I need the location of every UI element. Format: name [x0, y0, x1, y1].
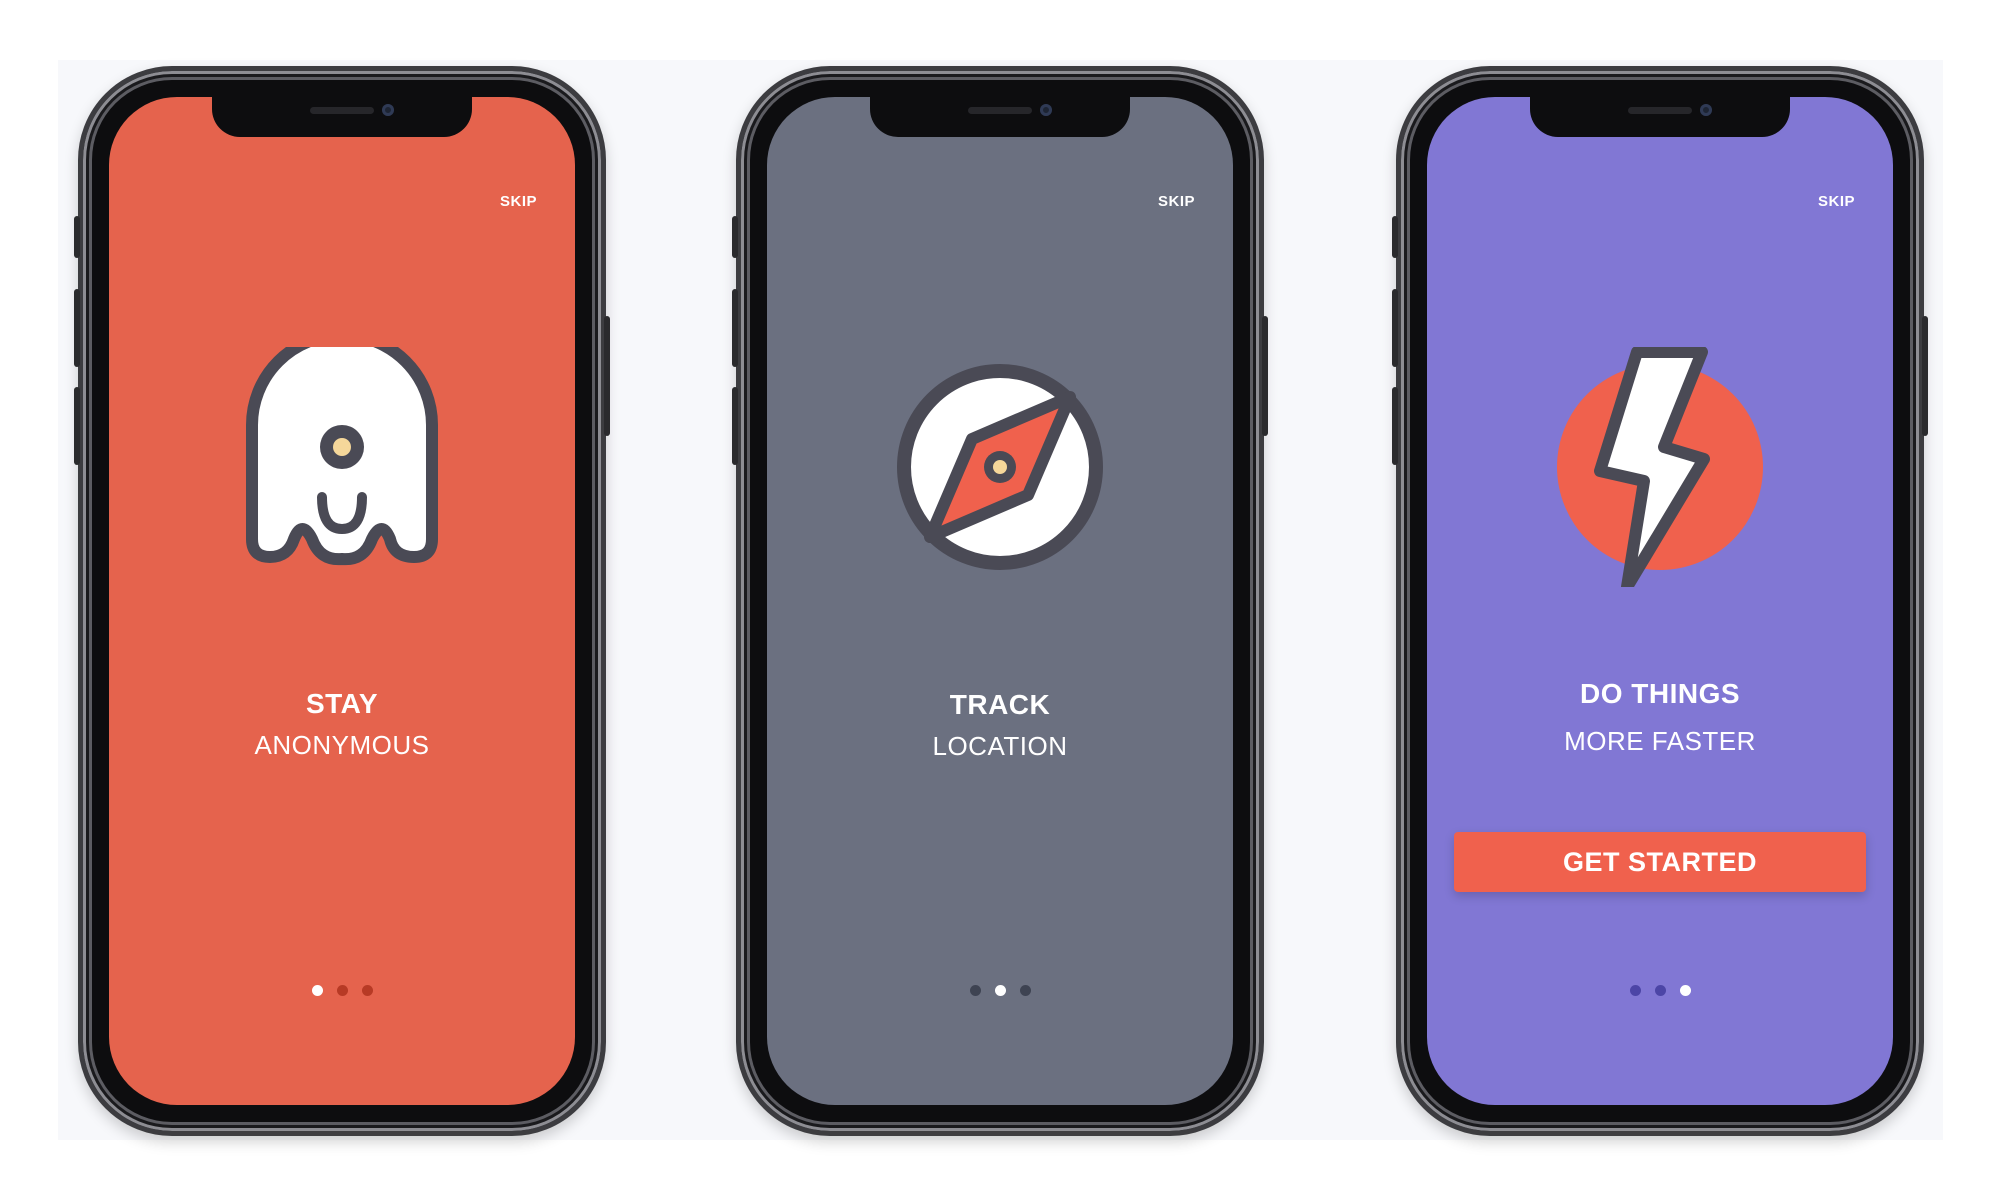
mute-switch: [1392, 216, 1398, 258]
page-dot[interactable]: [1019, 985, 1031, 996]
onboarding-screen-1: SKIP STAY ANONYMOUS: [109, 97, 575, 1105]
speaker: [1628, 107, 1692, 114]
speaker: [968, 107, 1032, 114]
mute-switch: [74, 216, 80, 258]
volume-up-button: [732, 289, 738, 367]
page-dot[interactable]: [336, 985, 348, 996]
page-dot[interactable]: [1654, 985, 1666, 996]
screen-title: TRACK: [949, 689, 1051, 720]
volume-up-button: [1392, 289, 1398, 367]
phone-mockup-2: SKIP TRACK LOCATION: [732, 66, 1268, 1136]
page-indicator: [1427, 985, 1893, 996]
notch: [212, 97, 472, 137]
phone-mockup-1: SKIP STAY ANONYMOUS: [74, 66, 610, 1136]
skip-button[interactable]: SKIP: [500, 193, 537, 210]
page-indicator: [109, 985, 575, 996]
power-button: [1922, 316, 1928, 436]
skip-button[interactable]: SKIP: [1818, 193, 1855, 210]
front-camera: [382, 104, 394, 116]
page-indicator: [767, 985, 1233, 996]
volume-down-button: [732, 387, 738, 465]
screen-title: DO THINGS: [1579, 678, 1741, 709]
onboarding-screen-3: SKIP DO THINGS MORE FASTER GET STARTED: [1427, 97, 1893, 1105]
page-dot[interactable]: [1629, 985, 1641, 996]
screen-subtitle: MORE FASTER: [1564, 726, 1756, 756]
page-dot[interactable]: [361, 985, 373, 996]
screen-title: STAY: [305, 688, 379, 719]
power-button: [1262, 316, 1268, 436]
volume-down-button: [74, 387, 80, 465]
phone-mockup-3: SKIP DO THINGS MORE FASTER GET STARTED: [1392, 66, 1928, 1136]
page-dot-active[interactable]: [311, 985, 323, 996]
ghost-icon: [222, 347, 462, 587]
get-started-button[interactable]: GET STARTED: [1454, 832, 1866, 892]
front-camera: [1040, 104, 1052, 116]
volume-up-button: [74, 289, 80, 367]
page-dot-active[interactable]: [1679, 985, 1691, 996]
screen-subtitle: ANONYMOUS: [254, 730, 430, 760]
screen-subtitle: LOCATION: [932, 731, 1068, 761]
notch: [1530, 97, 1790, 137]
page-dot-active[interactable]: [994, 985, 1006, 996]
lightning-bolt-icon: [1540, 347, 1780, 587]
mute-switch: [732, 216, 738, 258]
skip-button[interactable]: SKIP: [1158, 193, 1195, 210]
power-button: [604, 316, 610, 436]
front-camera: [1700, 104, 1712, 116]
notch: [870, 97, 1130, 137]
page-dot[interactable]: [969, 985, 981, 996]
speaker: [310, 107, 374, 114]
compass-icon: [880, 347, 1120, 587]
volume-down-button: [1392, 387, 1398, 465]
onboarding-screen-2: SKIP TRACK LOCATION: [767, 97, 1233, 1105]
